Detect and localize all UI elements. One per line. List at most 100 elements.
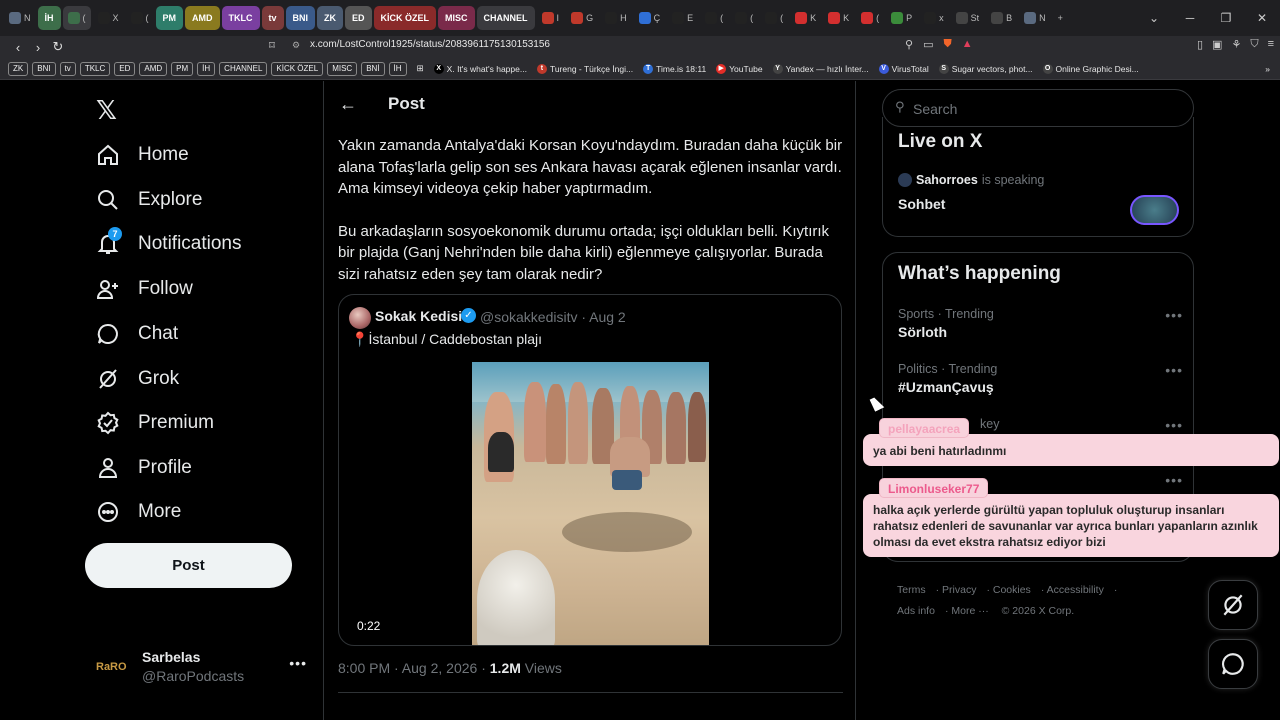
browser-tab[interactable]: I [537,6,565,30]
tab-search-icon[interactable]: ⌄ [1136,11,1172,25]
space-listeners-pill[interactable] [1130,195,1179,225]
tab-group[interactable]: CHANNEL [476,6,535,30]
account-switcher[interactable]: RaRO Sarbelas @RaroPodcasts ••• [96,641,311,685]
nav-item-premium[interactable]: Premium [96,403,214,443]
footer-link[interactable]: Terms [897,584,926,596]
tab-group[interactable]: ZK [317,6,344,30]
footer-link[interactable]: Accessibility [1047,584,1104,596]
tab-group[interactable]: TKLC [221,6,260,30]
account-more-icon[interactable]: ••• [289,655,307,671]
reload-icon[interactable]: ↻ [48,39,68,55]
trend-more-icon[interactable]: ••• [1165,307,1183,323]
messages-floating-button[interactable] [1208,639,1258,689]
bookmark-folder[interactable]: ED [114,61,136,76]
cast-icon[interactable]: ▭ [923,38,933,51]
browser-tab[interactable]: Ç [634,6,666,30]
browser-tab[interactable]: K [823,6,854,30]
shield-icon[interactable]: ⛉ [1250,38,1258,51]
space-title[interactable]: Sohbet [898,196,945,212]
live-speaker[interactable]: Sahorroes is speaking [898,173,1044,187]
browser-tab[interactable]: ( [700,6,728,30]
nav-item-follow[interactable]: Follow [96,269,193,309]
post-timestamp[interactable]: 8:00 PM · Aug 2, 2026 · [338,660,490,676]
browser-tab[interactable]: ( [856,6,884,30]
trend-item[interactable]: Sports · Trending Sörloth ••• [898,307,1183,340]
apps-grid-icon[interactable]: ⊞ [417,63,424,74]
nav-item-home[interactable]: Home [96,135,189,175]
minimize-button[interactable]: ─ [1172,11,1208,25]
trend-more-icon[interactable]: ••• [1165,362,1183,378]
tab-group[interactable]: KİCK ÖZEL [373,6,437,30]
browser-tab[interactable]: St [951,6,985,30]
nav-item-profile[interactable]: Profile [96,448,192,488]
bookmark-folder[interactable]: BNİ [361,61,385,76]
trend-more-icon[interactable]: ••• [1165,417,1183,433]
nav-item-explore[interactable]: Explore [96,180,202,220]
bookmark-link[interactable]: V VirusTotal [878,63,929,74]
brave-shield-icon[interactable]: ⛊ [943,38,951,51]
x-logo-icon[interactable]: 𝕏 [96,95,117,126]
bookmark-folder[interactable]: TKLC [79,61,111,76]
nav-item-more[interactable]: More [96,492,181,532]
post-button[interactable]: Post [85,543,292,588]
sidebar-icon[interactable]: ▯ [1197,38,1203,51]
quoted-author-name[interactable]: Sokak Kedisi [375,308,462,324]
browser-tab[interactable]: G [566,6,598,30]
browser-tab[interactable]: E [667,6,698,30]
back-arrow-icon[interactable]: ← [339,94,357,115]
back-icon[interactable]: ‹ [8,40,28,55]
browser-tab[interactable]: B [986,6,1017,30]
bookmark-icon[interactable]: ⌑ [262,39,282,52]
grok-floating-button[interactable] [1208,580,1258,630]
nav-item-chat[interactable]: Chat [96,314,178,354]
tab-group[interactable]: ED [345,6,372,30]
restore-button[interactable]: ❐ [1208,11,1244,25]
bookmark-folder[interactable]: İH [197,61,216,76]
bookmark-folder[interactable]: BNI [32,61,56,76]
quoted-post[interactable]: Sokak Kedisi ✓ @sokakkedisitv · Aug 2 📍İ… [338,294,842,646]
bookmark-link[interactable]: X X. It's what's happe... [433,63,527,74]
bookmark-link[interactable]: ▶ YouTube [716,63,763,74]
browser-tab[interactable]: ( [730,6,758,30]
wallet-icon[interactable]: ▣ [1212,38,1222,51]
brave-rewards-icon[interactable]: ▲ [962,38,973,51]
footer-link[interactable]: More ··· [951,605,988,617]
tab-group[interactable]: AMD [185,6,220,30]
bookmark-link[interactable]: t Tureng - Türkçe İngi... [536,63,633,74]
bookmarks-overflow-icon[interactable]: » [1265,64,1270,74]
tab-group[interactable]: tv [261,6,284,30]
video-player[interactable] [472,362,709,645]
footer-link[interactable]: Cookies [993,584,1031,596]
menu-icon[interactable]: ≡ [1268,38,1274,51]
search-input[interactable]: Search [913,101,957,117]
close-window-button[interactable]: ✕ [1244,11,1280,25]
new-tab-button[interactable]: + [1053,6,1068,30]
trend-item[interactable]: Politics · Trending #UzmanÇavuş ••• [898,362,1183,395]
bookmark-folder[interactable]: KİCK ÖZEL [271,61,324,76]
bookmark-link[interactable]: O Online Graphic Desi... [1042,63,1139,74]
quoted-avatar[interactable] [349,307,371,329]
tab-group[interactable]: PM [155,6,184,30]
nav-item-grok[interactable]: Grok [96,359,179,399]
bookmark-folder[interactable]: AMD [139,61,168,76]
site-info-icon[interactable]: ⚙ [292,40,300,51]
vpn-icon[interactable]: ⚘ [1231,38,1241,51]
browser-tab[interactable]: K [790,6,821,30]
browser-tab[interactable]: N [4,6,36,30]
nav-item-notifications[interactable]: 7 Notifications [96,224,242,264]
bookmark-folder[interactable]: PM [171,61,194,76]
bookmark-link[interactable]: T Time.is 18:11 [643,63,706,74]
browser-tab[interactable]: P [886,6,917,30]
bookmark-folder[interactable]: CHANNEL [219,61,268,76]
search-box[interactable]: ⚲ Search [882,89,1194,127]
footer-link[interactable]: Ads info [897,605,935,617]
trend-more-icon[interactable]: ••• [1165,472,1183,488]
url-field[interactable]: x.com/LostControl1925/status/20839611751… [310,39,550,50]
bookmark-link[interactable]: S Sugar vectors, phot... [938,63,1033,74]
browser-tab[interactable]: ( [126,6,154,30]
bookmark-folder[interactable]: tv [59,61,76,76]
tab-group[interactable]: BNI [285,6,316,30]
tab-group[interactable]: MISC [438,6,475,30]
bookmark-folder[interactable]: ZK [8,61,29,76]
browser-tab[interactable]: H [600,6,632,30]
